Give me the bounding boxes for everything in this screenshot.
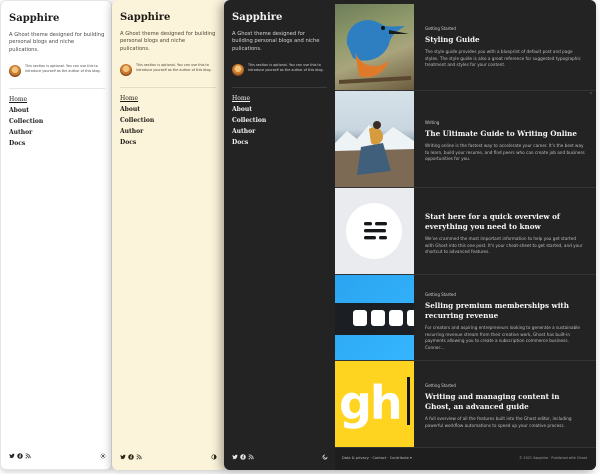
post-body: Getting Started Styling Guide The style … [414,4,596,90]
facebook-icon[interactable] [240,454,246,460]
sidebar: Sapphire A Ghost theme designed for buil… [224,0,335,470]
twitter-icon[interactable] [120,454,126,460]
chevron-up-icon[interactable]: ⌃ [589,93,593,98]
avatar [232,64,244,77]
nav-item-author[interactable]: Author [232,126,327,137]
post-tag[interactable]: Getting Started [425,292,586,297]
sidebar: Sapphire A Ghost theme designed for buil… [112,0,224,470]
post-image-hiker[interactable] [335,91,414,187]
nav-item-author[interactable]: Author [9,127,105,138]
post-card[interactable]: Getting Started Styling Guide The style … [335,4,596,90]
author-intro: This section is optional. You can use th… [120,63,216,89]
nav-item-about[interactable]: About [120,104,216,115]
nav-item-home[interactable]: Home [232,93,327,104]
nav-item-about[interactable]: About [232,104,327,115]
post-title[interactable]: Selling premium memberships with recurri… [425,301,586,321]
theme-preview-cream: Sapphire A Ghost theme designed for buil… [112,0,226,470]
intro-text: This section is optional. You can use th… [136,63,212,72]
site-title[interactable]: Sapphire [120,11,216,25]
post-body: Start here for a quick overview of every… [414,188,596,274]
post-feed: Getting Started Styling Guide The style … [335,0,596,470]
footer-link-contribute[interactable]: Contribute [390,456,409,460]
nav-item-collection[interactable]: Collection [120,115,216,126]
facebook-icon[interactable] [128,454,134,460]
post-tag[interactable]: Getting Started [425,26,586,31]
nav-item-about[interactable]: About [9,105,105,116]
social-links [232,454,254,460]
main-nav: Home About Collection Author Docs [9,94,105,149]
chevron-down-icon[interactable]: ▾ [410,456,412,460]
nav-item-home[interactable]: Home [120,93,216,104]
post-excerpt: The style guide provides you with a blue… [425,49,581,68]
nav-item-collection[interactable]: Collection [232,115,327,126]
post-excerpt: A full overview of all the features buil… [425,416,572,428]
nav-item-docs[interactable]: Docs [9,138,105,149]
intro-text: This section is optional. You can use th… [25,64,101,73]
post-body: Getting Started Selling premium membersh… [414,275,596,360]
author-intro: This section is optional. You can use th… [232,63,327,89]
nav-item-docs[interactable]: Docs [120,137,216,148]
site-description: A Ghost theme designed for building pers… [120,31,216,52]
sidebar-footer [120,454,217,460]
theme-preview-light: Sapphire A Ghost theme designed for buil… [0,0,112,470]
rss-icon[interactable] [248,454,254,460]
avatar [120,64,132,77]
author-intro: This section is optional. You can use th… [9,64,105,90]
post-title[interactable]: Styling Guide [425,35,586,45]
theme-preview-dark: Sapphire A Ghost theme designed for buil… [224,0,596,470]
post-image-membership[interactable] [335,275,414,360]
footer-links: Data & privacy · Contact · Contribute ▾ [342,456,412,460]
footer-separator: · [370,456,372,460]
post-image-ghost-logo[interactable] [335,188,414,274]
site-description: A Ghost theme designed for building pers… [232,31,320,52]
main-nav: Home About Collection Author Docs [120,93,216,148]
rss-icon[interactable] [136,454,142,460]
facebook-icon[interactable] [17,453,23,459]
post-body: ⌃ Writing The Ultimate Guide to Writing … [414,91,596,187]
footer-link-contact[interactable]: Contact [372,456,386,460]
social-links [9,453,31,459]
twitter-icon[interactable] [9,453,15,459]
post-card[interactable]: Getting Started Selling premium membersh… [335,274,596,360]
post-tag[interactable]: Getting Started [425,383,586,388]
post-excerpt: We've crammed the most important informa… [425,236,583,255]
intro-text: This section is optional. You can use th… [248,63,324,72]
copyright: © 2021 Sapphire · Published with Ghost [518,456,587,460]
gh-graphic-text: gh [339,376,403,430]
sidebar: Sapphire A Ghost theme designed for buil… [1,1,111,469]
nav-item-home[interactable]: Home [9,94,105,105]
main-nav: Home About Collection Author Docs [232,93,327,148]
footer-separator: · [387,456,389,460]
site-description: A Ghost theme designed for building pers… [9,32,105,53]
footer-link-privacy[interactable]: Data & privacy [342,456,369,460]
sidebar-footer [9,453,106,459]
nav-item-docs[interactable]: Docs [232,137,327,148]
social-links [120,454,142,460]
sidebar-footer [232,454,328,460]
post-card[interactable]: ⌃ Writing The Ultimate Guide to Writing … [335,90,596,187]
post-title[interactable]: Start here for a quick overview of every… [425,212,586,232]
site-title[interactable]: Sapphire [9,12,105,26]
sun-icon[interactable] [100,453,106,459]
avatar [9,65,21,78]
post-title[interactable]: Writing and managing content in Ghost, a… [425,392,586,412]
post-title[interactable]: The Ultimate Guide to Writing Online [425,129,586,139]
twitter-icon[interactable] [232,454,238,460]
nav-item-collection[interactable]: Collection [9,116,105,127]
rss-icon[interactable] [25,453,31,459]
post-excerpt: Writing online is the fastest way to acc… [425,143,585,162]
site-footer: Data & privacy · Contact · Contribute ▾ … [335,447,596,470]
contrast-icon[interactable] [211,454,217,460]
site-title[interactable]: Sapphire [232,11,327,25]
post-tag[interactable]: Writing [425,120,586,125]
post-card[interactable]: Start here for a quick overview of every… [335,187,596,274]
post-body: Getting Started Writing and managing con… [414,361,596,447]
post-image-kingfisher[interactable] [335,4,414,90]
post-excerpt: For creators and aspiring entrepreneurs … [425,325,581,350]
post-card[interactable]: gh Getting Started Writing and managing … [335,360,596,447]
text-cursor [407,377,410,425]
nav-item-author[interactable]: Author [120,126,216,137]
moon-icon[interactable] [322,454,328,460]
post-image-gh[interactable]: gh [335,361,414,447]
